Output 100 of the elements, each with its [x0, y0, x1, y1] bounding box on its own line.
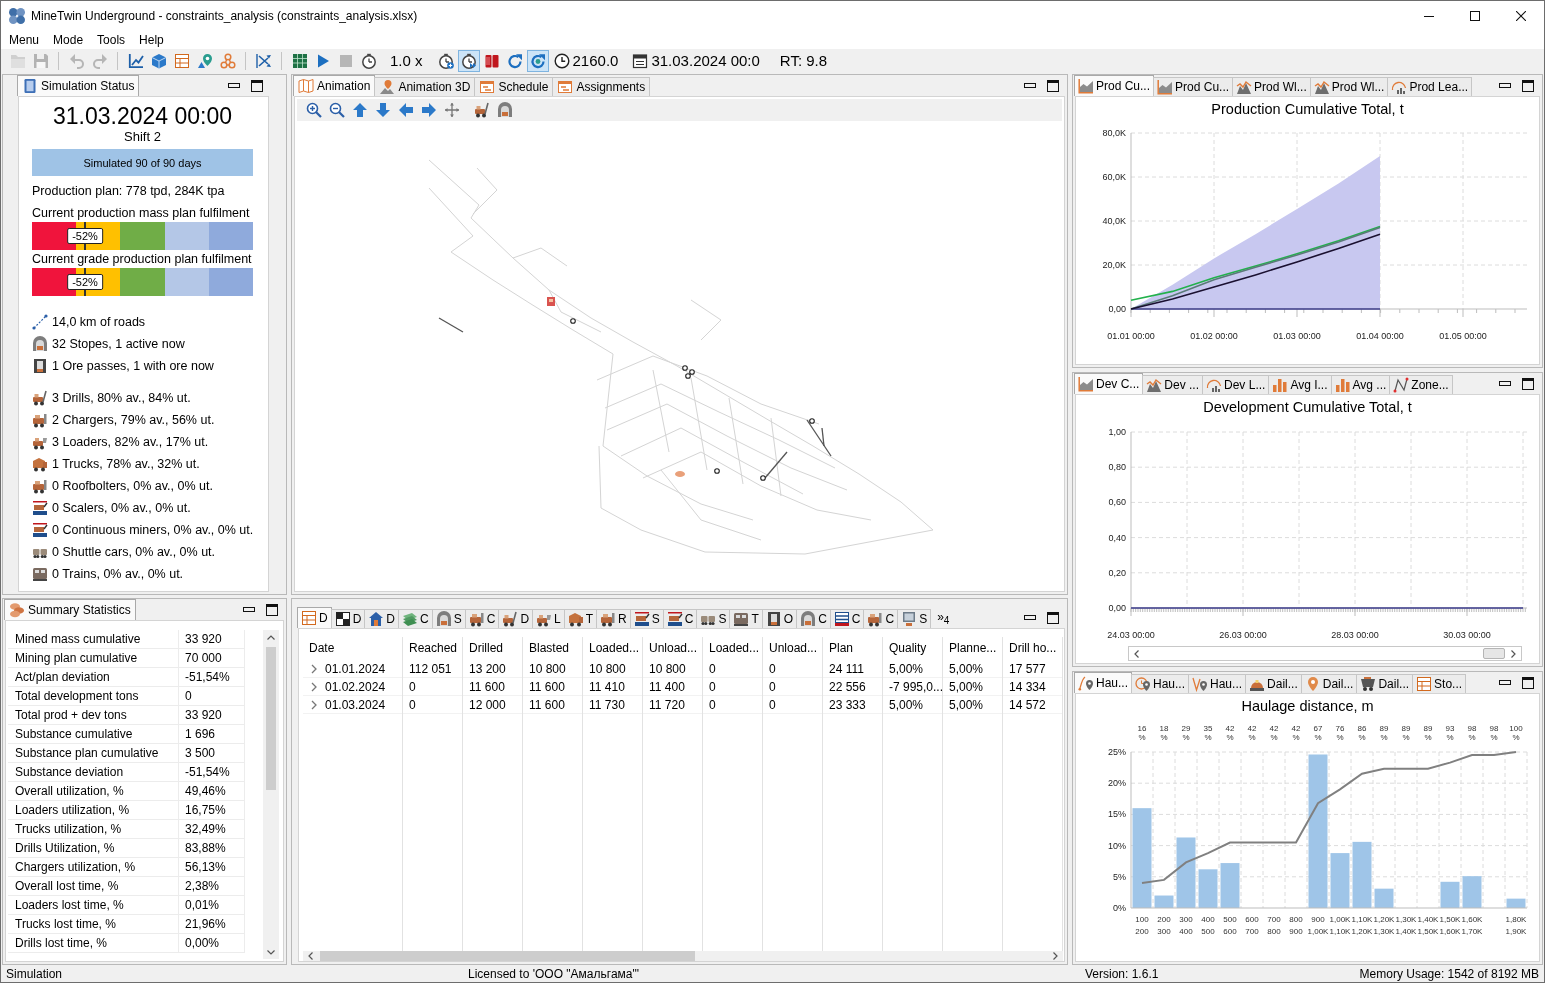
- panel-tab[interactable]: S: [696, 609, 731, 628]
- table-value: 5,00%: [949, 661, 984, 676]
- column-header[interactable]: Quality: [883, 637, 942, 660]
- stat-value: -51,54%: [179, 763, 245, 782]
- timer-button[interactable]: [458, 49, 481, 72]
- panel-tab[interactable]: Summary Statistics: [4, 599, 136, 620]
- percent-sign: %: [1138, 733, 1146, 742]
- panel-tab[interactable]: Hau...: [1188, 674, 1247, 693]
- panel-tab[interactable]: Animation: [293, 75, 376, 96]
- column-header[interactable]: Planne...: [943, 637, 1002, 660]
- column-header[interactable]: Plan: [823, 637, 882, 660]
- panel-tab[interactable]: Dail...: [1356, 674, 1414, 693]
- scroll-left-icon[interactable]: [308, 952, 313, 960]
- menu-item[interactable]: Help: [132, 31, 171, 49]
- equipment-stat: 0 Shuttle cars, 0% av., 0% ut.: [52, 545, 216, 559]
- refresh-button[interactable]: [527, 49, 550, 72]
- panel-tab[interactable]: T: [563, 609, 598, 628]
- table-value: 11 400: [649, 679, 685, 694]
- column-header[interactable]: Reached: [403, 637, 462, 660]
- expand-caret-icon[interactable]: [311, 663, 317, 674]
- chart-title: Production Cumulative Total, t: [1210, 100, 1405, 119]
- table-value: 12 000: [469, 697, 506, 712]
- panel-tab[interactable]: Dev ...: [1142, 375, 1204, 394]
- scrollbar-thumb[interactable]: [320, 951, 695, 961]
- gauge-bars-icon: [1206, 377, 1223, 393]
- column-header[interactable]: Loaded...: [583, 637, 642, 660]
- panel-tab[interactable]: Prod Wl...: [1232, 77, 1311, 96]
- panel-tab[interactable]: Dev C...: [1074, 373, 1144, 394]
- scrollbar-thumb[interactable]: [1483, 648, 1505, 659]
- panel-tab[interactable]: S: [629, 609, 664, 628]
- stack-icon: [402, 611, 418, 627]
- panel-tab[interactable]: Prod Wl...: [1309, 77, 1389, 96]
- x-tick-label: 1,30K: [1395, 915, 1417, 924]
- panel-tab[interactable]: Animation 3D: [374, 77, 476, 96]
- column-header[interactable]: Drilled: [463, 637, 522, 660]
- panel-tab[interactable]: D: [297, 607, 332, 628]
- menu-item[interactable]: Mode: [46, 31, 91, 49]
- panel-tab[interactable]: Avg I...: [1268, 375, 1332, 394]
- panel-tab[interactable]: Simulation Status: [17, 75, 140, 96]
- scroll-down-icon[interactable]: [267, 950, 275, 955]
- panel-tab[interactable]: C: [863, 609, 899, 628]
- stat-value: 2,38%: [179, 877, 245, 896]
- column-header[interactable]: Blasted: [523, 637, 582, 660]
- panel-tab[interactable]: Hau...: [1074, 672, 1132, 693]
- cumulative-percent: 42: [1291, 724, 1301, 733]
- stat-label: Chargers utilization, %: [8, 858, 179, 877]
- panel-tab[interactable]: Dev L...: [1202, 375, 1270, 394]
- panel-tab[interactable]: R: [596, 609, 631, 628]
- panel-tab[interactable]: Dail...: [1300, 674, 1358, 693]
- scroll-left-icon[interactable]: [1134, 649, 1139, 658]
- stopwatch-icon: [360, 52, 377, 69]
- panel-tab[interactable]: Sto...: [1412, 674, 1467, 693]
- panel-tab[interactable]: Prod Cu...: [1074, 75, 1155, 96]
- scrollbar-thumb[interactable]: [266, 647, 276, 790]
- column-header[interactable]: Drill ho...: [1003, 637, 1062, 660]
- panel-tab[interactable]: Prod Cu...: [1153, 77, 1234, 96]
- column-header[interactable]: Unload...: [643, 637, 702, 660]
- percent-sign: %: [1182, 733, 1190, 742]
- panel-tab[interactable]: T: [729, 609, 763, 628]
- x-tick-label: 600: [1223, 927, 1237, 936]
- cube-icon: [150, 52, 167, 69]
- maximize-icon: [251, 79, 263, 92]
- save-icon: [32, 52, 49, 69]
- line-chart-icon: [127, 52, 144, 69]
- column-header[interactable]: Date: [303, 637, 402, 660]
- panel-tab[interactable]: O: [761, 609, 798, 628]
- panel-tab[interactable]: Hau...: [1131, 674, 1190, 693]
- x-tick-label: 300: [1157, 927, 1171, 936]
- expand-caret-icon[interactable]: [311, 681, 317, 692]
- progress-text: Simulated 90 of 90 days: [83, 156, 202, 169]
- column-header[interactable]: Unload...: [763, 637, 822, 660]
- panel-tab[interactable]: Assignments: [552, 77, 651, 96]
- stat-value: 21,96%: [179, 915, 245, 934]
- panel-tab[interactable]: C: [796, 609, 831, 628]
- more-tabs-button[interactable]: »$_{4}$: [933, 609, 954, 628]
- panel-tab[interactable]: S: [897, 609, 932, 628]
- scroll-right-icon[interactable]: [1053, 952, 1058, 960]
- panel-tab[interactable]: D: [364, 609, 399, 628]
- equipment-stat: 0 Scalers, 0% av., 0% ut.: [52, 501, 191, 515]
- table-value: -7 995,0...: [889, 679, 944, 694]
- house-icon: [368, 611, 385, 627]
- panel-tab[interactable]: C: [398, 609, 433, 628]
- panel-tab[interactable]: D: [498, 609, 534, 628]
- row-date: 01.02.2024: [325, 679, 386, 694]
- panel-tab[interactable]: Zone...: [1389, 375, 1453, 394]
- panel-tab[interactable]: Schedule: [474, 77, 554, 96]
- menu-item[interactable]: Tools: [90, 31, 133, 49]
- scroll-right-icon[interactable]: [1511, 649, 1516, 658]
- panel-tab[interactable]: Dail...: [1245, 674, 1302, 693]
- panel-tab[interactable]: Avg ...: [1330, 375, 1391, 394]
- menu-item[interactable]: Menu: [2, 31, 47, 49]
- panel-tab[interactable]: L: [532, 609, 565, 628]
- stat-label: Trucks lost time, %: [8, 915, 179, 934]
- percent-sign: %: [1248, 733, 1256, 742]
- expand-caret-icon[interactable]: [311, 699, 317, 710]
- column-header[interactable]: Loaded...: [703, 637, 762, 660]
- panel-tab[interactable]: S: [431, 609, 466, 628]
- panel-tab[interactable]: Prod Lea...: [1387, 77, 1473, 96]
- scroll-up-icon[interactable]: [267, 635, 275, 640]
- map-icon: [298, 78, 314, 94]
